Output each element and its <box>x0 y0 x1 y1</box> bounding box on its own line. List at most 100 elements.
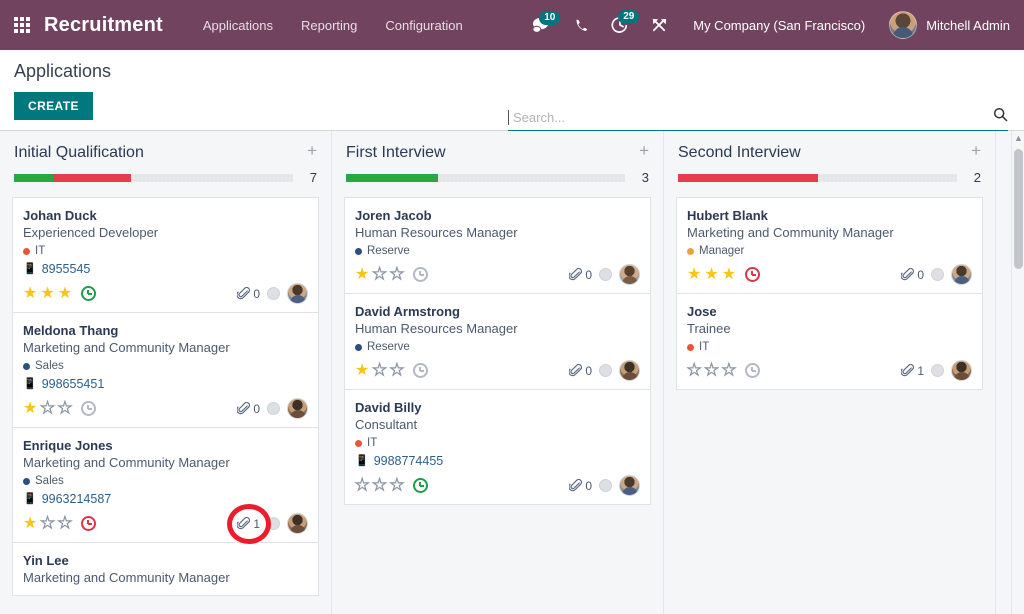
progress-segment[interactable] <box>346 174 438 182</box>
record-color-dot[interactable] <box>599 268 612 281</box>
kanban-card[interactable]: David ArmstrongHuman Resources ManagerRe… <box>344 293 651 389</box>
scrollbar-thumb[interactable] <box>1014 149 1023 269</box>
progress-segment[interactable] <box>14 174 53 182</box>
phone-icon[interactable] <box>562 17 600 34</box>
attachment-count[interactable]: 0 <box>237 287 260 301</box>
attachment-count[interactable]: 0 <box>569 364 592 378</box>
assignee-avatar[interactable] <box>619 360 640 381</box>
assignee-avatar[interactable] <box>619 264 640 285</box>
priority-star-icon[interactable]: ★ <box>355 363 369 379</box>
activity-state-clock-icon[interactable] <box>745 363 760 378</box>
search-icon[interactable] <box>987 107 1008 127</box>
kanban-card[interactable]: Enrique JonesMarketing and Community Man… <box>12 427 319 542</box>
record-color-dot[interactable] <box>267 287 280 300</box>
assignee-avatar[interactable] <box>951 264 972 285</box>
priority-star-icon[interactable]: ★ <box>704 363 718 379</box>
kanban-card[interactable]: Hubert BlankMarketing and Community Mana… <box>676 197 983 293</box>
assignee-avatar[interactable] <box>287 283 308 304</box>
assignee-avatar[interactable] <box>287 398 308 419</box>
scroll-up-arrow[interactable]: ▲ <box>1014 133 1023 143</box>
department-tag[interactable]: IT <box>687 339 972 356</box>
priority-star-icon[interactable]: ★ <box>40 516 54 532</box>
attachment-count[interactable]: 0 <box>569 268 592 282</box>
priority-star-icon[interactable]: ★ <box>722 267 736 283</box>
kanban-card[interactable]: Yin LeeMarketing and Community Manager <box>12 542 319 596</box>
tools-wrench-icon[interactable] <box>640 17 679 34</box>
company-selector[interactable]: My Company (San Francisco) <box>679 18 879 33</box>
activities-clock-icon[interactable]: 29 <box>600 16 640 34</box>
activity-state-clock-icon[interactable] <box>81 286 96 301</box>
department-tag[interactable]: Reserve <box>355 243 640 260</box>
kanban-card[interactable]: Johan DuckExperienced DeveloperIT📱895554… <box>12 197 319 312</box>
app-brand[interactable]: Recruitment <box>44 14 163 37</box>
priority-star-icon[interactable]: ★ <box>58 516 72 532</box>
department-tag[interactable]: IT <box>23 243 308 260</box>
department-tag[interactable]: IT <box>355 435 640 452</box>
record-color-dot[interactable] <box>931 268 944 281</box>
kanban-card[interactable]: David BillyConsultantIT📱9988774455★★★0 <box>344 389 651 505</box>
priority-star-icon[interactable]: ★ <box>390 363 404 379</box>
assignee-avatar[interactable] <box>619 475 640 496</box>
menu-configuration[interactable]: Configuration <box>371 12 476 39</box>
attachment-count[interactable]: 0 <box>569 479 592 493</box>
priority-star-icon[interactable]: ★ <box>687 267 701 283</box>
priority-star-icon[interactable]: ★ <box>372 363 386 379</box>
search-bar[interactable] <box>508 107 1008 131</box>
vertical-scrollbar[interactable]: ▲ <box>1011 131 1024 614</box>
priority-star-icon[interactable]: ★ <box>40 401 54 417</box>
priority-star-icon[interactable]: ★ <box>355 267 369 283</box>
priority-star-icon[interactable]: ★ <box>23 401 37 417</box>
assignee-avatar[interactable] <box>287 513 308 534</box>
add-record-plus-icon[interactable]: + <box>971 144 981 158</box>
user-menu[interactable]: Mitchell Admin <box>879 11 1010 39</box>
priority-star-icon[interactable]: ★ <box>704 267 718 283</box>
department-tag[interactable]: Manager <box>687 243 972 260</box>
menu-reporting[interactable]: Reporting <box>287 12 371 39</box>
column-title[interactable]: Initial Qualification <box>14 144 144 162</box>
progress-segment[interactable] <box>678 174 818 182</box>
apps-grid-icon[interactable] <box>14 17 30 33</box>
record-color-dot[interactable] <box>267 517 280 530</box>
kanban-card[interactable]: Joren JacobHuman Resources ManagerReserv… <box>344 197 651 293</box>
priority-star-icon[interactable]: ★ <box>58 286 72 302</box>
activity-state-clock-icon[interactable] <box>745 267 760 282</box>
attachment-count[interactable]: 1 <box>901 364 924 378</box>
kanban-card[interactable]: Meldona ThangMarketing and Community Man… <box>12 312 319 427</box>
priority-star-icon[interactable]: ★ <box>687 363 701 379</box>
priority-star-icon[interactable]: ★ <box>372 267 386 283</box>
create-button[interactable]: CREATE <box>14 92 93 120</box>
phone-number[interactable]: 📱998655451 <box>23 375 308 394</box>
activity-state-clock-icon[interactable] <box>413 267 428 282</box>
department-tag[interactable]: Sales <box>23 473 308 490</box>
menu-applications[interactable]: Applications <box>189 12 287 39</box>
attachment-count[interactable]: 0 <box>237 402 260 416</box>
activity-state-clock-icon[interactable] <box>413 363 428 378</box>
progress-segment[interactable] <box>53 174 131 182</box>
messages-icon[interactable]: 10 <box>521 17 562 34</box>
phone-number[interactable]: 📱9988774455 <box>355 452 640 471</box>
priority-star-icon[interactable]: ★ <box>372 478 386 494</box>
activity-state-clock-icon[interactable] <box>81 516 96 531</box>
priority-star-icon[interactable]: ★ <box>23 516 37 532</box>
department-tag[interactable]: Reserve <box>355 339 640 356</box>
record-color-dot[interactable] <box>931 364 944 377</box>
add-record-plus-icon[interactable]: + <box>307 144 317 158</box>
priority-star-icon[interactable]: ★ <box>40 286 54 302</box>
priority-star-icon[interactable]: ★ <box>23 286 37 302</box>
record-color-dot[interactable] <box>599 479 612 492</box>
attachment-count[interactable]: 0 <box>901 268 924 282</box>
add-record-plus-icon[interactable]: + <box>639 144 649 158</box>
priority-star-icon[interactable]: ★ <box>390 267 404 283</box>
phone-number[interactable]: 📱8955545 <box>23 260 308 279</box>
priority-star-icon[interactable]: ★ <box>58 401 72 417</box>
phone-number[interactable]: 📱9963214587 <box>23 490 308 509</box>
record-color-dot[interactable] <box>267 402 280 415</box>
priority-star-icon[interactable]: ★ <box>355 478 369 494</box>
assignee-avatar[interactable] <box>951 360 972 381</box>
activity-state-clock-icon[interactable] <box>413 478 428 493</box>
kanban-card[interactable]: JoseTraineeIT★★★1 <box>676 293 983 390</box>
attachment-count[interactable]: 1 <box>237 517 260 531</box>
record-color-dot[interactable] <box>599 364 612 377</box>
activity-state-clock-icon[interactable] <box>81 401 96 416</box>
department-tag[interactable]: Sales <box>23 358 308 375</box>
